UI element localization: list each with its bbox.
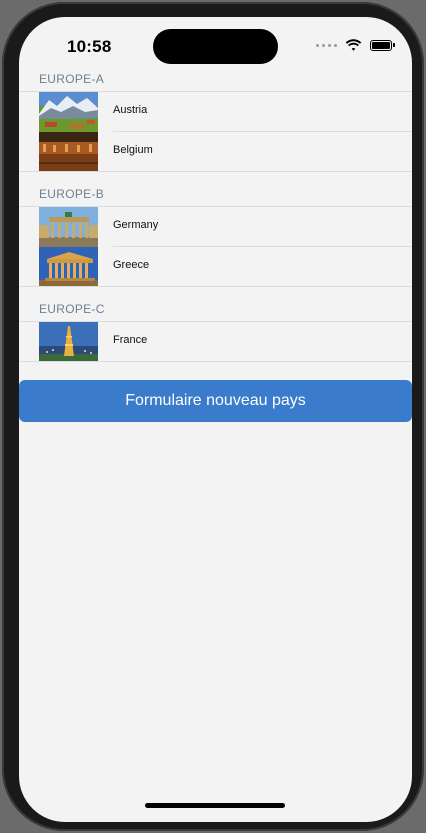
brandenburg-gate-photo	[39, 207, 98, 247]
list-item-label: France	[113, 334, 148, 346]
status-time: 10:58	[67, 37, 112, 56]
battery-icon	[370, 39, 395, 51]
country-list: EUROPE-A Austria Belgium EUROPE-B German…	[19, 69, 412, 362]
app-screen: 10:58 EUROPE-A Austria Belgium EUROPE-B …	[19, 17, 412, 822]
new-country-form-button[interactable]: Formulaire nouveau pays	[19, 380, 412, 422]
wifi-icon	[345, 39, 362, 51]
list-item-greece[interactable]: Greece	[19, 247, 412, 287]
list-item-label: Austria	[113, 104, 148, 116]
list-item-label: Germany	[113, 219, 159, 231]
list-item-austria[interactable]: Austria	[19, 92, 412, 132]
phone-frame: 10:58 EUROPE-A Austria Belgium EUROPE-B …	[2, 2, 424, 831]
cellular-signal-icon	[316, 43, 337, 47]
section-header: EUROPE-B	[19, 184, 412, 207]
status-bar: 10:58	[19, 17, 412, 71]
list-item-label: Greece	[113, 259, 150, 271]
list-item-label: Belgium	[113, 144, 153, 156]
dynamic-island	[153, 29, 278, 64]
status-icons	[316, 39, 395, 51]
row-separator	[19, 361, 412, 362]
section-header: EUROPE-C	[19, 299, 412, 322]
list-item-france[interactable]: France	[19, 322, 412, 362]
home-indicator[interactable]	[145, 803, 285, 808]
austria-alps-photo	[39, 92, 98, 132]
list-item-germany[interactable]: Germany	[19, 207, 412, 247]
eiffel-tower-photo	[39, 322, 98, 362]
belgium-square-photo	[39, 132, 98, 172]
row-separator	[19, 286, 412, 287]
section-header: EUROPE-A	[19, 69, 412, 92]
list-item-belgium[interactable]: Belgium	[19, 132, 412, 172]
parthenon-photo	[39, 247, 98, 287]
row-separator	[19, 171, 412, 172]
